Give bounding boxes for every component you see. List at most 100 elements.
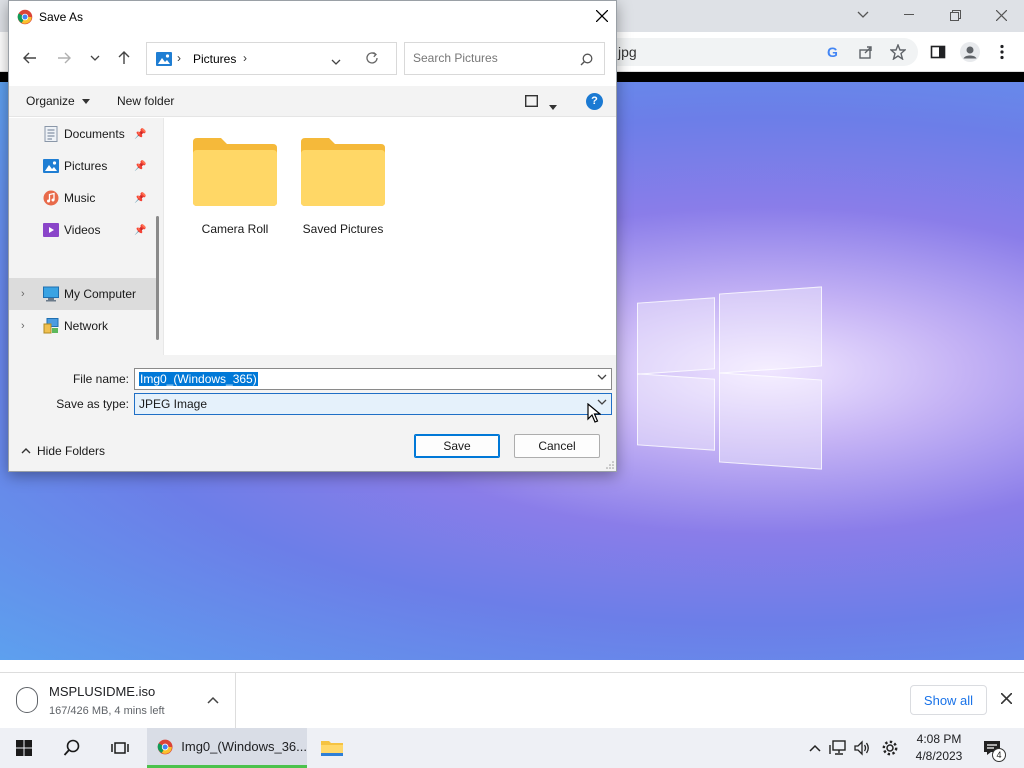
taskbar: Img0_(Windows_36... 4:08 PM 4/8/2023 4 [0,728,1024,768]
view-caret-down-icon[interactable] [549,99,557,113]
address-bar[interactable]: › Pictures › [146,42,397,75]
breadcrumb-pictures[interactable]: Pictures [193,52,236,66]
system-clock[interactable]: 4:08 PM 4/8/2023 [910,731,968,765]
expand-chevron-icon[interactable]: › [21,288,31,300]
download-item[interactable]: MSPLUSIDME.iso 167/426 MB, 4 mins left [0,673,236,729]
nav-pane-scrollbar[interactable] [156,216,159,340]
kebab-menu-icon[interactable] [990,40,1014,64]
side-panel-icon[interactable] [926,40,950,64]
taskbar-chrome-label: Img0_(Windows_36... [181,739,307,754]
download-status: 167/426 MB, 4 mins left [49,705,165,717]
folder-saved-pictures[interactable]: Saved Pictures [293,136,393,246]
help-icon[interactable]: ? [586,93,603,110]
save-as-type-dropdown[interactable]: JPEG Image [134,393,612,415]
file-name-value: Img0_(Windows_365) [139,372,258,386]
task-view-icon[interactable] [100,728,140,768]
tab-search-icon[interactable] [840,0,886,30]
search-icon[interactable] [580,53,593,69]
view-options-icon[interactable] [524,94,539,110]
dialog-title: Save As [39,10,84,24]
notification-count-badge: 4 [992,748,1006,762]
up-arrow-icon[interactable] [113,47,135,69]
forward-arrow-icon[interactable] [53,47,75,69]
minimize-icon[interactable] [886,0,932,30]
show-all-button[interactable]: Show all [910,685,987,715]
network-icon[interactable] [828,738,848,758]
address-history-chevron-icon[interactable] [331,54,341,68]
pin-icon[interactable]: 📌 [134,129,146,140]
file-name-label: File name: [72,372,129,386]
breadcrumb-chevron-icon: › [177,51,181,65]
nav-item-label: Videos [64,223,101,237]
search-box[interactable] [404,42,605,75]
file-icon [16,687,38,713]
folder-camera-roll[interactable]: Camera Roll [185,136,285,246]
share-icon[interactable] [854,40,878,64]
navigation-pane: Documents 📌 Pictures 📌 Music 📌 Videos 📌 … [9,118,164,355]
pin-icon[interactable]: 📌 [134,193,146,204]
profile-avatar-icon[interactable] [958,40,982,64]
file-explorer-icon[interactable] [312,728,352,768]
omnibox-url: jpg [618,44,637,60]
nav-item-label: Music [64,191,96,205]
file-name-field[interactable]: Img0_(Windows_365) [134,368,612,390]
nav-item-network[interactable]: › Network [9,310,156,342]
pictures-icon [43,159,59,173]
cancel-button[interactable]: Cancel [514,434,600,458]
nav-item-videos[interactable]: Videos 📌 [9,214,156,246]
bookmark-star-icon[interactable] [886,40,910,64]
dialog-titlebar[interactable]: Save As [9,1,616,33]
save-as-type-value: JPEG Image [139,397,208,411]
pin-icon[interactable]: 📌 [134,161,146,172]
taskbar-chrome-window[interactable]: Img0_(Windows_36... [147,728,307,768]
settings-gear-icon[interactable] [880,738,900,758]
windows-logo-pane [719,286,822,374]
save-as-dialog: Save As › Pictures › Search Pictures Org… [8,0,617,472]
new-folder-button[interactable]: New folder [117,94,174,108]
windows-logo-pane [719,372,822,470]
organize-menu[interactable]: Organize [26,94,91,108]
navigation-bar: › Pictures › [9,37,616,79]
nav-item-music[interactable]: Music 📌 [9,182,156,214]
folder-name: Saved Pictures [302,222,384,236]
search-icon[interactable] [52,728,92,768]
chevron-up-icon[interactable] [204,691,222,709]
svg-text:G: G [827,44,838,60]
resize-grip-icon[interactable] [606,461,614,469]
folder-name: Camera Roll [201,222,269,236]
command-bar: Organize New folder ? [9,86,616,117]
recent-locations-chevron-icon[interactable] [84,47,106,69]
save-button[interactable]: Save [414,434,500,458]
documents-icon [44,126,58,142]
chevron-down-icon[interactable] [597,372,607,383]
close-icon[interactable] [592,7,612,27]
nav-item-label: Network [64,319,109,333]
downloads-shelf: MSPLUSIDME.iso 167/426 MB, 4 mins left S… [0,672,1024,729]
close-shelf-icon[interactable] [996,689,1016,709]
expand-chevron-icon[interactable]: › [21,320,31,332]
restore-icon[interactable] [932,0,978,30]
folder-icon [193,138,277,206]
mouse-cursor-icon [587,403,601,423]
back-arrow-icon[interactable] [19,47,41,69]
search-input[interactable] [413,51,573,65]
close-window-icon[interactable] [978,0,1024,30]
google-lens-icon[interactable]: G [822,40,846,64]
chevron-up-icon[interactable] [805,738,825,758]
breadcrumb-chevron-icon[interactable]: › [243,51,247,65]
refresh-icon[interactable] [365,51,379,68]
windows-logo-pane [637,297,715,375]
pin-icon[interactable]: 📌 [134,225,146,236]
volume-icon[interactable] [852,738,872,758]
chrome-logo-icon [17,9,33,25]
nav-item-documents[interactable]: Documents 📌 [9,118,156,150]
file-list-area: Camera Roll Saved Pictures [165,118,616,355]
windows-logo-pane [637,373,715,451]
nav-item-pictures[interactable]: Pictures 📌 [9,150,156,182]
start-windows-icon[interactable] [4,728,44,768]
network-icon [43,318,59,334]
chrome-logo-icon [157,739,173,754]
hide-folders-toggle[interactable]: Hide Folders [21,444,105,458]
nav-item-my-computer[interactable]: › My Computer [9,278,156,310]
chevron-up-icon [21,448,31,454]
